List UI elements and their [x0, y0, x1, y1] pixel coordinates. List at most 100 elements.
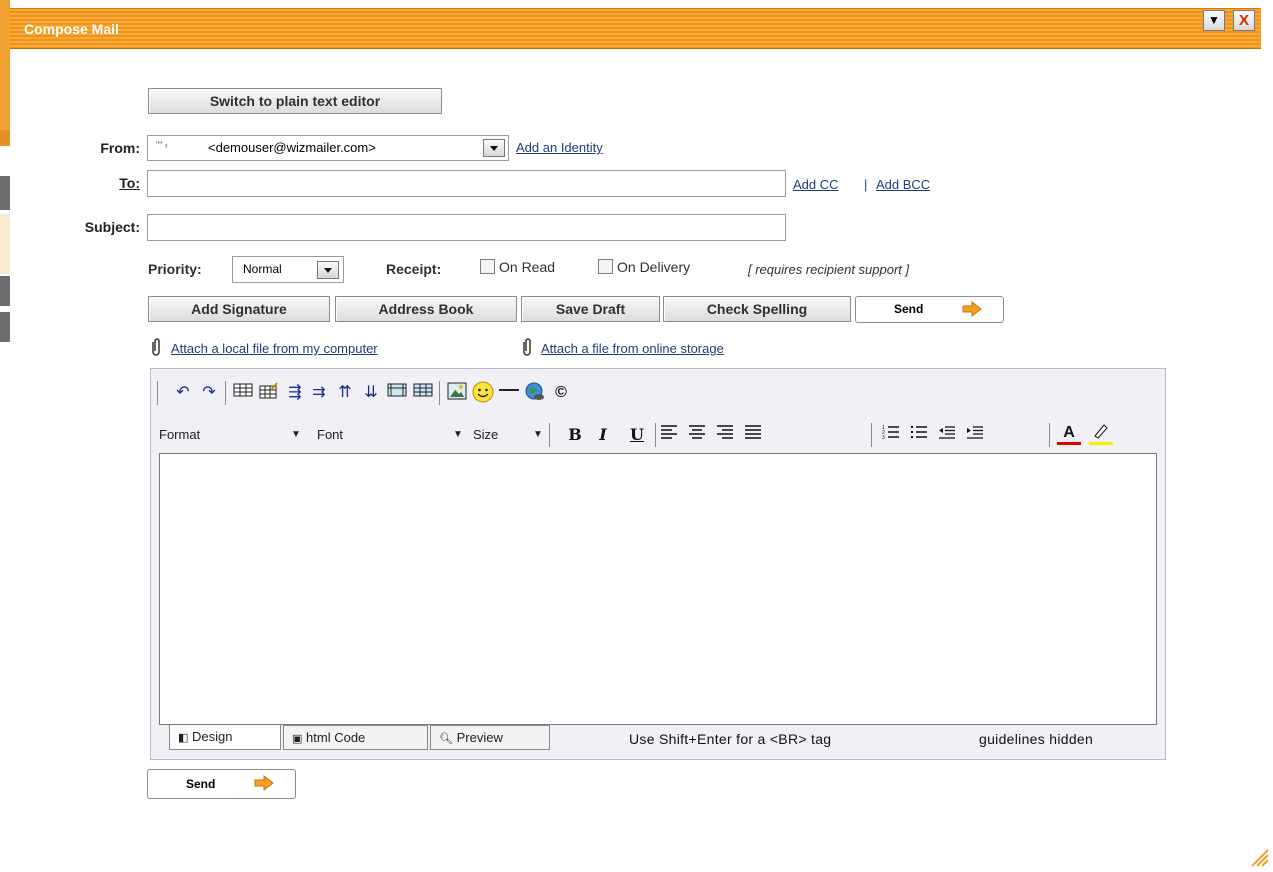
numbered-list-icon[interactable]: 123: [879, 424, 903, 446]
insert-column-right-icon[interactable]: ⇉: [307, 382, 331, 404]
paperclip-icon: [521, 338, 533, 359]
outdent-icon[interactable]: [935, 424, 959, 446]
on-delivery-checkbox[interactable]: [598, 259, 613, 274]
chevron-down-icon[interactable]: ▼: [533, 429, 543, 440]
check-spelling-button[interactable]: Check Spelling: [663, 296, 851, 322]
on-read-option[interactable]: On Read: [480, 259, 555, 275]
strip-segment: [0, 176, 10, 210]
redo-icon[interactable]: ↷: [197, 382, 221, 404]
strip-segment: [0, 130, 10, 146]
insert-column-left-icon[interactable]: ⇶: [283, 382, 307, 404]
add-signature-button[interactable]: Add Signature: [148, 296, 330, 322]
edit-table-icon[interactable]: [257, 382, 281, 404]
chevron-down-icon[interactable]: [483, 139, 505, 157]
resize-grip-icon[interactable]: [1248, 846, 1270, 871]
toolbar-divider: [871, 423, 872, 447]
bold-icon[interactable]: B: [563, 424, 587, 446]
cc-bcc-separator: |: [864, 177, 868, 192]
code-icon: ▣: [292, 733, 303, 745]
toolbar-divider: [655, 423, 656, 447]
switch-plain-text-button[interactable]: Switch to plain text editor: [148, 88, 442, 114]
receipt-label: Receipt:: [386, 261, 442, 277]
highlight-icon[interactable]: [1089, 422, 1113, 445]
chevron-down-icon[interactable]: ▼: [291, 429, 301, 440]
tab-html-label: html Code: [306, 730, 366, 745]
horizontal-rule-icon[interactable]: [497, 382, 521, 404]
from-select[interactable]: "" ‹ <demouser@wizmailer.com>: [147, 135, 509, 161]
tab-design-label: Design: [192, 729, 233, 744]
title-bar[interactable]: [10, 8, 1261, 49]
align-right-icon[interactable]: [713, 424, 737, 446]
from-name-prefix: "" ‹: [156, 140, 168, 150]
on-read-label: On Read: [499, 259, 556, 275]
undo-icon[interactable]: ↶: [171, 382, 195, 404]
strip-segment: [0, 0, 10, 130]
align-left-icon[interactable]: [657, 424, 681, 446]
justify-icon[interactable]: [741, 424, 765, 446]
to-input[interactable]: [147, 170, 786, 197]
paperclip-icon: [150, 338, 162, 359]
shift-enter-hint: Use Shift+Enter for a <BR> tag: [629, 731, 832, 747]
tab-preview[interactable]: 🔍︎ Preview: [430, 725, 550, 750]
format-dropdown[interactable]: Format: [159, 427, 200, 442]
add-cc-link[interactable]: Add CC: [793, 177, 839, 192]
on-delivery-option[interactable]: On Delivery: [598, 259, 690, 275]
attach-online-link[interactable]: Attach a file from online storage: [541, 341, 724, 356]
priority-label: Priority:: [148, 261, 202, 277]
left-background-strip: [0, 0, 10, 872]
priority-select[interactable]: Normal: [232, 256, 344, 283]
add-bcc-link[interactable]: Add BCC: [876, 177, 930, 192]
on-delivery-label: On Delivery: [617, 259, 691, 275]
guidelines-toggle[interactable]: guidelines hidden: [979, 731, 1093, 747]
indent-icon[interactable]: [963, 424, 987, 446]
address-book-button[interactable]: Address Book: [335, 296, 517, 322]
subject-label: Subject:: [84, 219, 140, 235]
strip-segment: [0, 312, 10, 342]
toolbar-divider: [439, 381, 440, 405]
send-label: Send: [894, 302, 924, 316]
size-dropdown[interactable]: Size: [473, 427, 498, 442]
close-icon[interactable]: X: [1233, 10, 1255, 31]
add-identity-link[interactable]: Add an Identity: [516, 140, 603, 155]
bottom-send-label: Send: [186, 777, 216, 791]
insert-image-icon[interactable]: [445, 382, 469, 404]
on-read-checkbox[interactable]: [480, 259, 495, 274]
chevron-down-icon[interactable]: [317, 261, 339, 279]
copyright-symbol-icon[interactable]: ©: [549, 382, 573, 404]
insert-row-above-icon[interactable]: ⇈: [333, 382, 357, 404]
insert-table-icon[interactable]: [231, 382, 255, 404]
tab-html-code[interactable]: ▣ html Code: [283, 725, 428, 750]
underline-icon[interactable]: U: [625, 424, 649, 446]
attach-local-link[interactable]: Attach a local file from my computer: [171, 341, 378, 356]
toolbar-divider: [225, 381, 226, 405]
design-icon: ◧: [178, 732, 189, 744]
send-button[interactable]: Send: [855, 296, 1004, 323]
minimize-icon[interactable]: ▼: [1203, 10, 1225, 31]
bullet-list-icon[interactable]: [907, 424, 931, 446]
receipt-note: [ requires recipient support ]: [748, 262, 910, 277]
chevron-down-icon[interactable]: ▼: [453, 429, 463, 440]
insert-link-icon[interactable]: [523, 381, 547, 403]
smiley-icon[interactable]: [471, 381, 495, 403]
bottom-send-button[interactable]: Send: [147, 769, 296, 799]
priority-value: Normal: [243, 262, 282, 276]
tab-preview-label: Preview: [456, 730, 503, 745]
strip-segment: [0, 214, 10, 274]
align-center-icon[interactable]: [685, 424, 709, 446]
toolbar-divider: [1049, 423, 1050, 447]
to-label-link[interactable]: To:: [70, 175, 140, 191]
split-cells-icon[interactable]: [411, 382, 435, 404]
window-title: Compose Mail: [24, 21, 119, 37]
subject-input[interactable]: [147, 214, 786, 241]
from-label: From:: [100, 140, 140, 156]
font-color-icon[interactable]: A: [1057, 422, 1081, 445]
insert-row-below-icon[interactable]: ⇊: [359, 382, 383, 404]
save-draft-button[interactable]: Save Draft: [521, 296, 660, 322]
toolbar-divider: [549, 423, 550, 447]
toolbar-divider: [157, 381, 158, 405]
tab-design[interactable]: ◧ Design: [169, 725, 281, 750]
font-dropdown[interactable]: Font: [317, 427, 343, 442]
merge-cells-icon[interactable]: [385, 382, 409, 404]
message-body-area[interactable]: [159, 453, 1157, 725]
italic-icon[interactable]: I: [591, 424, 615, 446]
